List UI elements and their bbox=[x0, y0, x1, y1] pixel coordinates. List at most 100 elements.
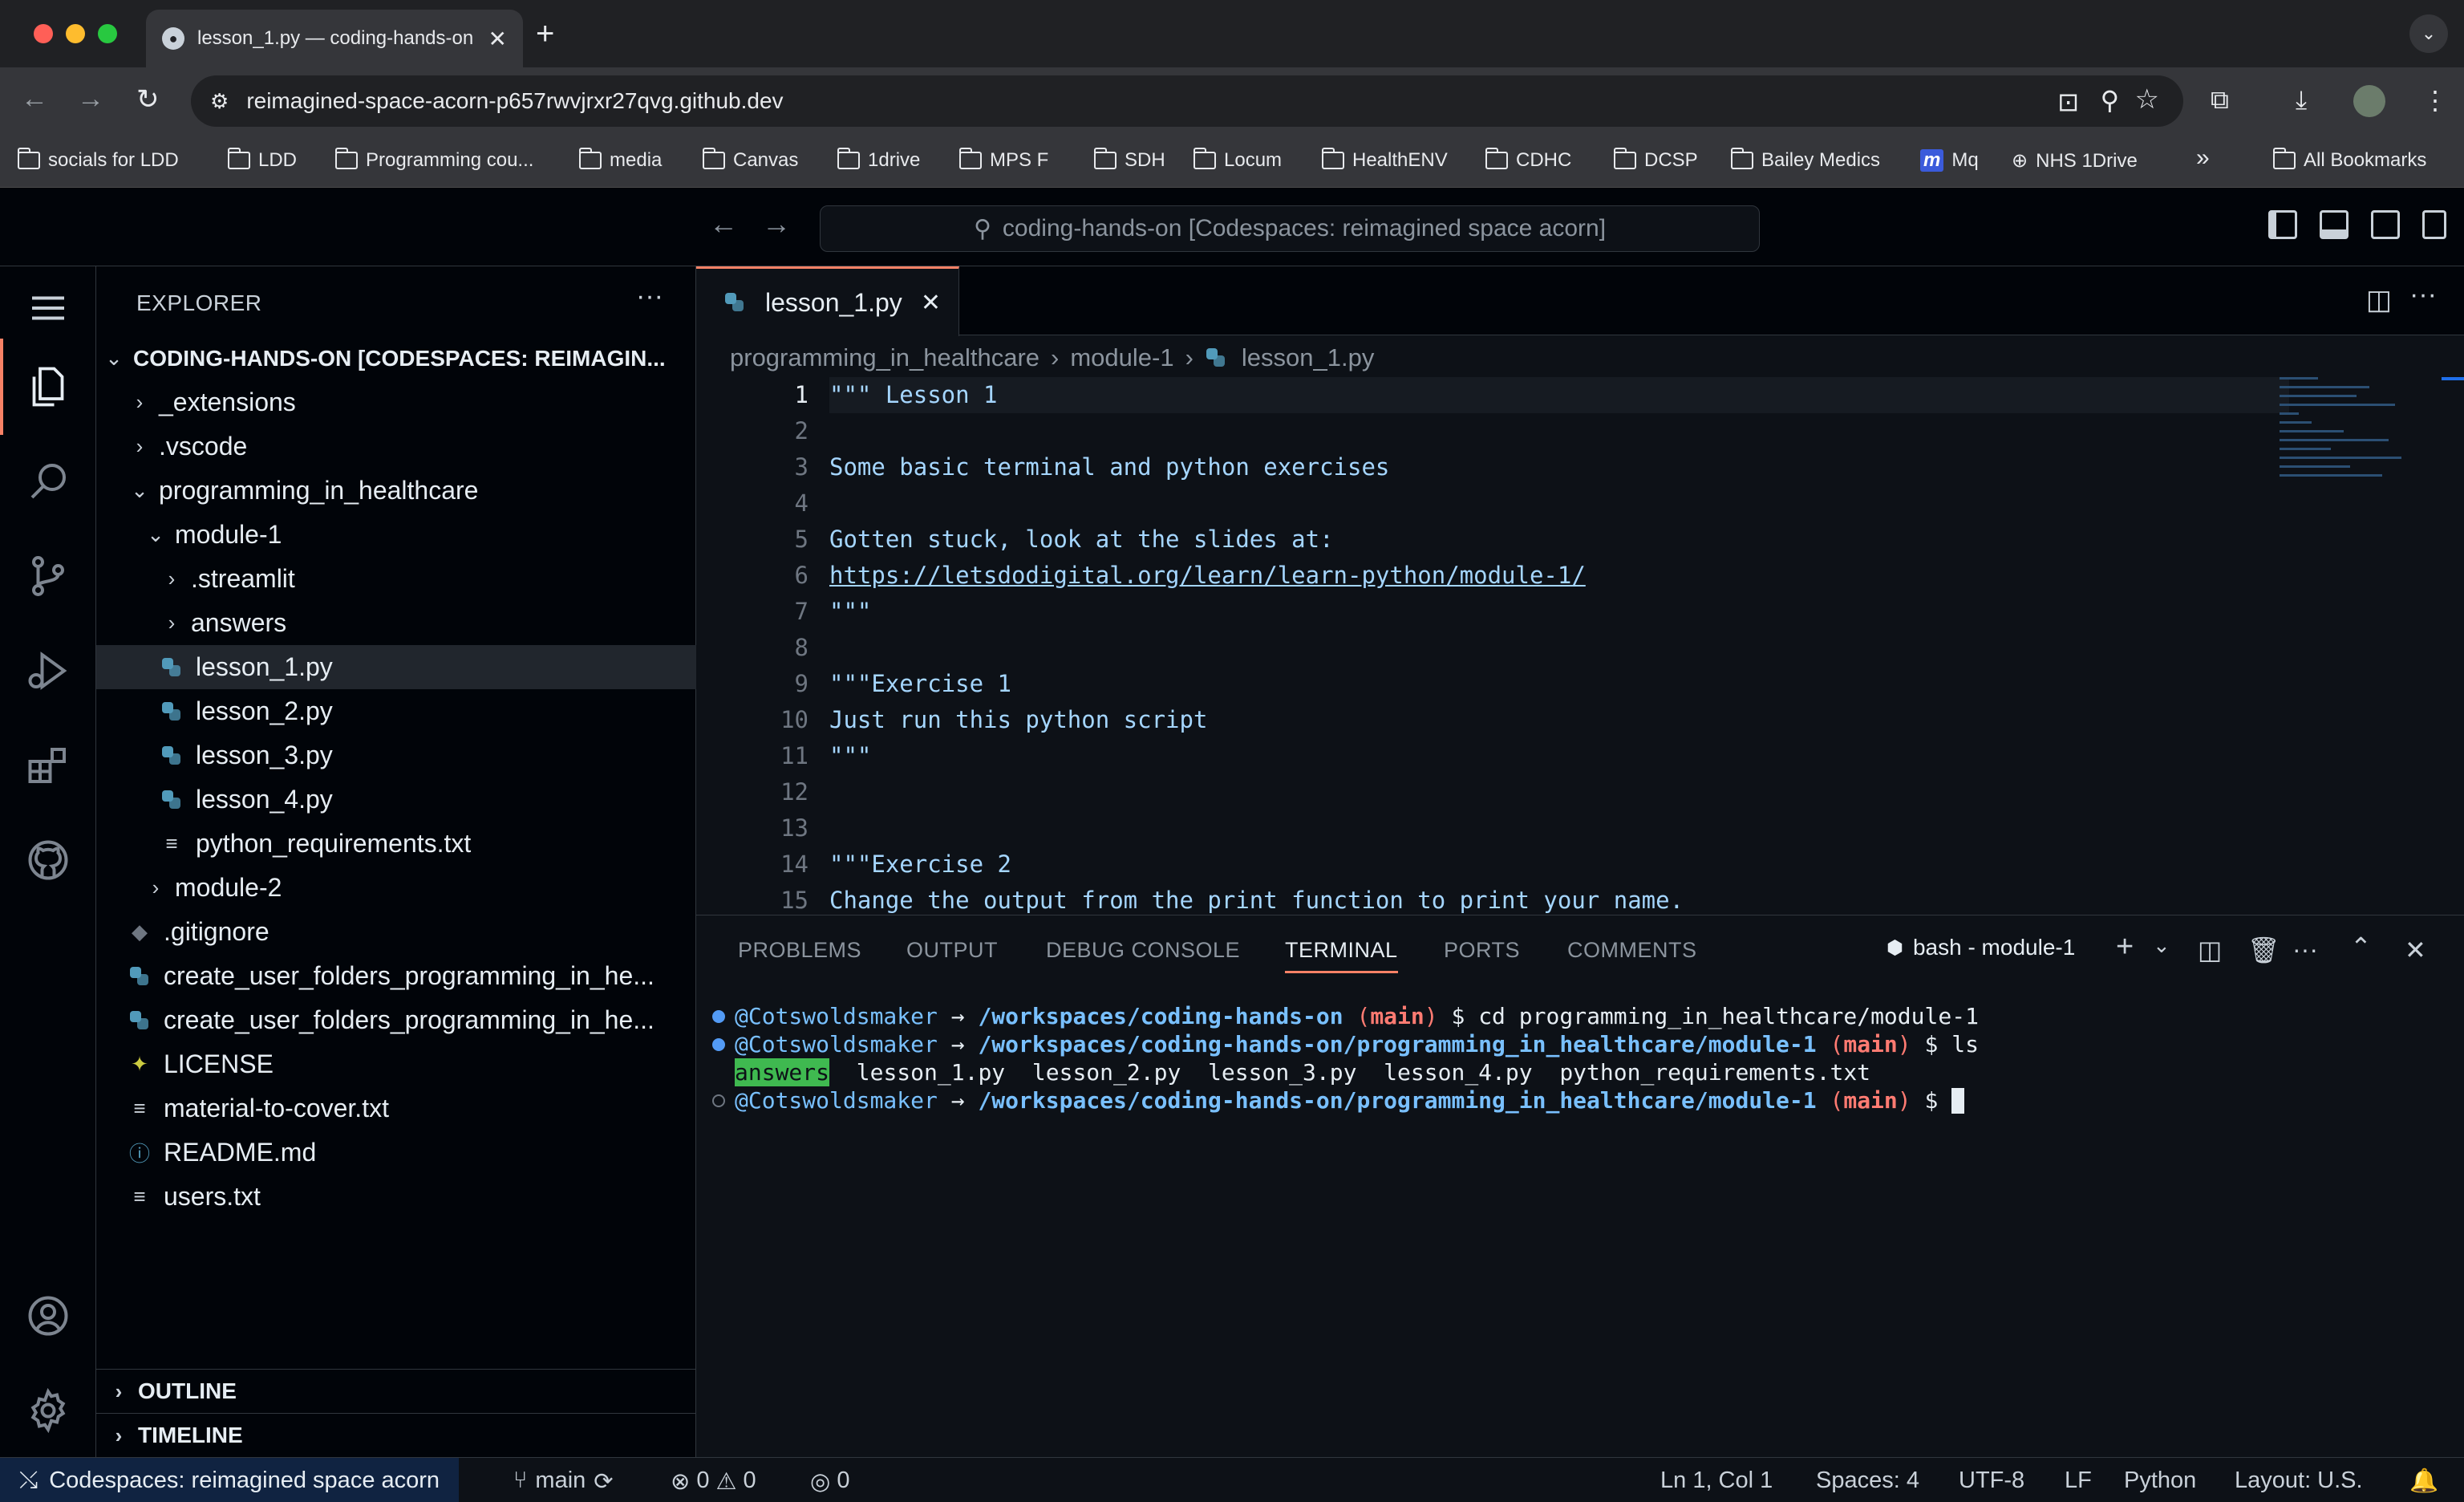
reload-icon[interactable]: ↻ bbox=[136, 83, 160, 116]
more-actions-icon[interactable]: ··· bbox=[2292, 935, 2318, 964]
customize-layout-icon[interactable] bbox=[2422, 210, 2446, 239]
bookmark-folder[interactable]: CDHC bbox=[1485, 148, 1571, 172]
breadcrumb-item[interactable]: programming_in_healthcare bbox=[730, 343, 1040, 372]
browser-menu-icon[interactable]: ⋮ bbox=[2422, 85, 2448, 116]
split-terminal-icon[interactable]: ◫ bbox=[2198, 935, 2222, 965]
tree-item[interactable]: › .streamlit bbox=[96, 557, 696, 601]
code-line[interactable]: """Exercise 2 bbox=[829, 846, 2289, 883]
tree-item[interactable]: ≡ users.txt bbox=[96, 1175, 696, 1219]
menu-icon[interactable] bbox=[22, 282, 74, 334]
bookmark-folder[interactable]: Canvas bbox=[702, 148, 798, 172]
close-panel-icon[interactable]: ✕ bbox=[2405, 935, 2426, 965]
zoom-window-button[interactable] bbox=[98, 24, 117, 43]
code-line[interactable]: Some basic terminal and python exercises bbox=[829, 449, 2289, 485]
tree-item[interactable]: › module-2 bbox=[96, 866, 696, 910]
tab-ports[interactable]: PORTS bbox=[1444, 938, 1520, 963]
bookmark-folder[interactable]: HealthENV bbox=[1321, 148, 1448, 172]
tree-item[interactable]: ≡ material-to-cover.txt bbox=[96, 1086, 696, 1131]
tree-item[interactable]: lesson_3.py bbox=[96, 733, 696, 777]
minimize-window-button[interactable] bbox=[66, 24, 85, 43]
tab-debug-console[interactable]: DEBUG CONSOLE bbox=[1046, 938, 1240, 963]
notifications-bell-icon[interactable]: 🔔 bbox=[2409, 1467, 2438, 1495]
timeline-section[interactable]: › TIMELINE bbox=[96, 1413, 696, 1457]
profile-avatar[interactable] bbox=[2353, 85, 2385, 117]
scrollbar-thumb[interactable] bbox=[2442, 377, 2464, 380]
code-line[interactable] bbox=[829, 413, 2289, 449]
github-icon[interactable] bbox=[22, 834, 74, 886]
code-line[interactable] bbox=[829, 774, 2289, 810]
chevron-down-icon[interactable]: ⌄ bbox=[2153, 933, 2170, 958]
bookmark-folder[interactable]: media bbox=[578, 148, 662, 172]
breadcrumb-item[interactable]: module-1 bbox=[1070, 343, 1173, 372]
problems-indicator[interactable]: ⊗ 0 ⚠ 0 bbox=[671, 1467, 756, 1496]
branch-indicator[interactable]: ⑂ main ⟳ bbox=[513, 1467, 614, 1496]
tree-item[interactable]: ✦ LICENSE bbox=[96, 1042, 696, 1086]
workspace-root[interactable]: ⌄ CODING-HANDS-ON [CODESPACES: REIMAGIN.… bbox=[96, 336, 696, 380]
tab-search-button[interactable]: ⌄ bbox=[2409, 14, 2448, 53]
bookmark-folder[interactable]: Locum bbox=[1193, 148, 1282, 172]
bookmark-link[interactable]: ⊕ NHS 1Drive bbox=[2012, 149, 2138, 173]
minimap[interactable] bbox=[2280, 377, 2408, 522]
tab-output[interactable]: OUTPUT bbox=[906, 938, 998, 963]
command-center[interactable]: ⚲ coding-hands-on [Codespaces: reimagine… bbox=[820, 205, 1760, 252]
breadcrumb-item[interactable]: lesson_1.py bbox=[1242, 343, 1374, 372]
tab-comments[interactable]: COMMENTS bbox=[1567, 938, 1697, 963]
tree-item[interactable]: › _extensions bbox=[96, 380, 696, 424]
terminal-output[interactable]: @Cotswoldsmaker → /workspaces/coding-han… bbox=[712, 1002, 2445, 1114]
terminal-selector[interactable]: ⬢ bash - module-1 bbox=[1886, 935, 2075, 960]
code-text-area[interactable]: """ Lesson 1 Some basic terminal and pyt… bbox=[829, 377, 2289, 919]
code-line-link[interactable]: https://letsdodigital.org/learn/learn-py… bbox=[829, 558, 2289, 594]
new-terminal-icon[interactable]: + bbox=[2116, 930, 2134, 964]
bookmarks-overflow-button[interactable]: » bbox=[2196, 144, 2210, 172]
toggle-panel-icon[interactable] bbox=[2320, 210, 2348, 239]
toggle-secondary-sidebar-icon[interactable] bbox=[2371, 210, 2400, 239]
tab-problems[interactable]: PROBLEMS bbox=[738, 938, 861, 963]
indentation[interactable]: Spaces: 4 bbox=[1816, 1467, 1919, 1494]
tree-item[interactable]: › .vscode bbox=[96, 424, 696, 469]
end-of-line[interactable]: LF bbox=[2065, 1467, 2092, 1494]
tree-item[interactable]: create_user_folders_programming_in_he... bbox=[96, 954, 696, 998]
bookmark-folder[interactable]: Bailey Medics bbox=[1730, 148, 1880, 172]
bookmark-folder[interactable]: DCSP bbox=[1613, 148, 1698, 172]
explorer-icon[interactable] bbox=[22, 361, 74, 412]
close-tab-icon[interactable]: ✕ bbox=[488, 26, 507, 52]
code-line[interactable]: Just run this python script bbox=[829, 702, 2289, 738]
extensions-icon[interactable] bbox=[22, 740, 74, 791]
bookmark-folder[interactable]: 1drive bbox=[837, 148, 920, 172]
tree-item[interactable]: ≡ python_requirements.txt bbox=[96, 822, 696, 866]
settings-gear-icon[interactable] bbox=[22, 1385, 74, 1436]
editor-tab-active[interactable]: lesson_1.py ✕ bbox=[696, 266, 959, 336]
install-app-icon[interactable]: ⊡ bbox=[2057, 87, 2079, 117]
close-tab-icon[interactable]: ✕ bbox=[921, 289, 941, 317]
bookmark-folder[interactable]: SDH bbox=[1093, 148, 1165, 172]
code-line[interactable]: """ bbox=[829, 594, 2289, 630]
trash-icon[interactable]: 🗑 bbox=[2247, 935, 2280, 965]
bookmark-link[interactable]: m Mq bbox=[1920, 149, 1979, 172]
back-arrow-icon[interactable]: ← bbox=[21, 83, 48, 115]
search-icon[interactable] bbox=[22, 456, 74, 507]
tree-item[interactable]: ⓘ README.md bbox=[96, 1131, 696, 1175]
explorer-more-actions-icon[interactable]: ··· bbox=[636, 281, 663, 312]
bookmark-folder[interactable]: socials for LDD bbox=[17, 148, 179, 172]
code-line[interactable] bbox=[829, 485, 2289, 522]
code-line[interactable] bbox=[829, 630, 2289, 666]
tree-item[interactable]: ⌄ programming_in_healthcare bbox=[96, 469, 696, 513]
remote-indicator[interactable]: ⤯ Codespaces: reimagined space acorn bbox=[0, 1458, 460, 1502]
split-editor-icon[interactable]: ◫ bbox=[2366, 284, 2392, 316]
tree-item-selected[interactable]: lesson_1.py bbox=[96, 645, 696, 689]
encoding[interactable]: UTF-8 bbox=[1959, 1467, 2024, 1494]
url-link[interactable]: https://letsdodigital.org/learn/learn-py… bbox=[829, 562, 1586, 589]
outline-section[interactable]: › OUTLINE bbox=[96, 1369, 696, 1413]
maximize-panel-icon[interactable]: ⌃ bbox=[2350, 932, 2372, 962]
zoom-icon[interactable]: ⚲ bbox=[2101, 85, 2119, 116]
language-mode[interactable]: Python bbox=[2124, 1467, 2196, 1494]
tab-terminal[interactable]: TERMINAL bbox=[1285, 938, 1398, 973]
tree-item[interactable]: create_user_folders_programming_in_he... bbox=[96, 998, 696, 1042]
code-line[interactable] bbox=[829, 810, 2289, 846]
source-control-icon[interactable] bbox=[22, 550, 74, 602]
address-bar[interactable]: ⚙ reimagined-space-acorn-p657rwvjrxr27qv… bbox=[191, 75, 2183, 127]
keyboard-layout[interactable]: Layout: U.S. bbox=[2235, 1467, 2363, 1494]
cursor-position[interactable]: Ln 1, Col 1 bbox=[1660, 1467, 1773, 1494]
bookmark-folder[interactable]: Programming cou... bbox=[334, 148, 533, 172]
bookmark-folder[interactable]: LDD bbox=[227, 148, 297, 172]
